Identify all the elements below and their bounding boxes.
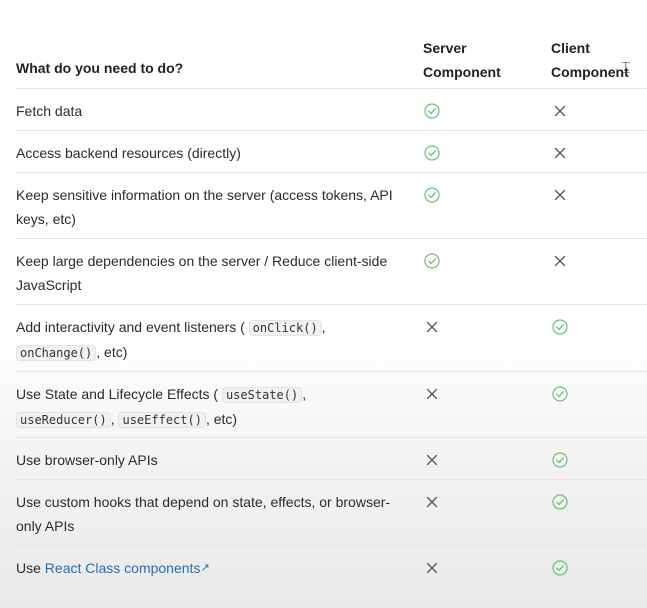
feature-text: Access backend resources (directly) xyxy=(16,145,241,161)
cross-icon xyxy=(426,321,438,333)
client-support-cell xyxy=(552,560,568,576)
table-row: Fetch data xyxy=(16,89,647,131)
check-circle-icon xyxy=(552,560,568,576)
client-support-cell xyxy=(552,452,568,468)
table-row: Keep sensitive information on the server… xyxy=(16,173,647,239)
feature-text: Use xyxy=(16,560,45,576)
header-server-line1: Server xyxy=(423,40,467,56)
table-body: Fetch data Access backend resources (dire… xyxy=(16,89,647,588)
feature-label: Use custom hooks that depend on state, e… xyxy=(16,490,408,538)
table-row: Add interactivity and event listeners ( … xyxy=(16,305,647,372)
client-support-cell xyxy=(552,103,568,119)
inline-code: useEffect() xyxy=(118,412,206,428)
server-support-cell xyxy=(424,103,440,119)
cross-icon xyxy=(554,255,566,267)
check-circle-icon xyxy=(552,452,568,468)
feature-text: , etc) xyxy=(205,411,238,427)
client-support-cell xyxy=(552,187,568,203)
feature-label: Keep large dependencies on the server / … xyxy=(16,249,408,297)
server-support-cell xyxy=(424,494,440,510)
cross-icon xyxy=(426,496,438,508)
header-client-line2: Component xyxy=(551,64,629,80)
table-row: Use React Class components↗ xyxy=(16,546,647,588)
cross-icon xyxy=(426,388,438,400)
cross-icon xyxy=(554,189,566,201)
table-header: What do you need to do? Server Component… xyxy=(16,0,647,89)
check-circle-icon xyxy=(552,319,568,335)
table-row: Keep large dependencies on the server / … xyxy=(16,239,647,305)
react-class-components-link[interactable]: React Class components xyxy=(45,560,201,576)
feature-text: Use State and Lifecycle Effects ( xyxy=(16,386,222,402)
feature-text: Fetch data xyxy=(16,103,83,119)
feature-label: Use browser-only APIs xyxy=(16,448,408,472)
feature-text: Keep sensitive information on the server… xyxy=(16,187,393,227)
check-circle-icon xyxy=(424,253,440,269)
check-circle-icon xyxy=(552,494,568,510)
feature-label: Keep sensitive information on the server… xyxy=(16,183,408,231)
feature-label: Use State and Lifecycle Effects ( useSta… xyxy=(16,382,408,432)
cross-icon xyxy=(554,105,566,117)
cross-icon xyxy=(554,147,566,159)
table-row: Use browser-only APIs xyxy=(16,438,647,480)
header-server-line2: Component xyxy=(423,64,501,80)
feature-label: Access backend resources (directly) xyxy=(16,141,408,165)
server-support-cell xyxy=(424,386,440,402)
server-support-cell xyxy=(424,187,440,203)
text-cursor-icon: ⌶ xyxy=(621,58,631,77)
inline-code: useReducer() xyxy=(16,412,111,428)
feature-text: , etc) xyxy=(96,344,128,360)
cross-icon xyxy=(426,562,438,574)
client-support-cell xyxy=(552,319,568,335)
table-row: Use State and Lifecycle Effects ( useSta… xyxy=(16,372,647,438)
check-circle-icon xyxy=(424,103,440,119)
feature-text: , xyxy=(321,319,326,335)
feature-label: Fetch data xyxy=(16,99,408,123)
client-support-cell xyxy=(552,494,568,510)
inline-code: onClick() xyxy=(248,320,322,336)
feature-text: Keep large dependencies on the server / … xyxy=(16,253,388,293)
feature-label: Use React Class components↗ xyxy=(16,556,408,580)
header-question: What do you need to do? xyxy=(16,60,184,76)
check-circle-icon xyxy=(424,187,440,203)
feature-text: , xyxy=(302,386,307,402)
feature-label: Add interactivity and event listeners ( … xyxy=(16,315,408,365)
table-row: Use custom hooks that depend on state, e… xyxy=(16,480,647,546)
check-circle-icon xyxy=(424,145,440,161)
client-support-cell xyxy=(552,145,568,161)
inline-code: useState() xyxy=(221,387,303,403)
server-support-cell xyxy=(424,253,440,269)
server-support-cell xyxy=(424,319,440,335)
client-support-cell xyxy=(552,253,568,269)
cross-icon xyxy=(426,454,438,466)
inline-code: onChange() xyxy=(16,345,97,361)
server-support-cell xyxy=(424,560,440,576)
header-client-component: Client Component xyxy=(551,36,647,84)
feature-text: Use custom hooks that depend on state, e… xyxy=(16,494,391,534)
feature-text: Use browser-only APIs xyxy=(16,452,158,468)
client-support-cell xyxy=(552,386,568,402)
feature-text: Add interactivity and event listeners ( xyxy=(16,319,249,335)
external-link-icon[interactable]: ↗ xyxy=(200,562,209,574)
header-server-component: Server Component xyxy=(423,36,501,84)
comparison-table: What do you need to do? Server Component… xyxy=(16,0,647,588)
check-circle-icon xyxy=(552,386,568,402)
server-support-cell xyxy=(424,145,440,161)
table-row: Access backend resources (directly) xyxy=(16,131,647,173)
server-support-cell xyxy=(424,452,440,468)
header-client-line1: Client xyxy=(551,40,590,56)
